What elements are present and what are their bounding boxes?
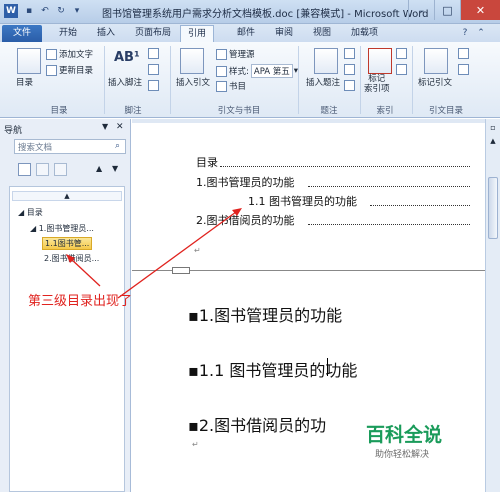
arrowhead-icon <box>232 208 242 216</box>
watermark-slogan: 助你轻松解决 <box>375 450 430 460</box>
annotation-callout: 第三级目录出现了 <box>28 294 133 309</box>
watermark-brand: 百科全说 <box>366 424 443 446</box>
annotation-arrows <box>66 208 242 299</box>
annotation-arrow-to-toc <box>117 211 237 299</box>
annotation-arrow-to-nav <box>69 257 101 287</box>
